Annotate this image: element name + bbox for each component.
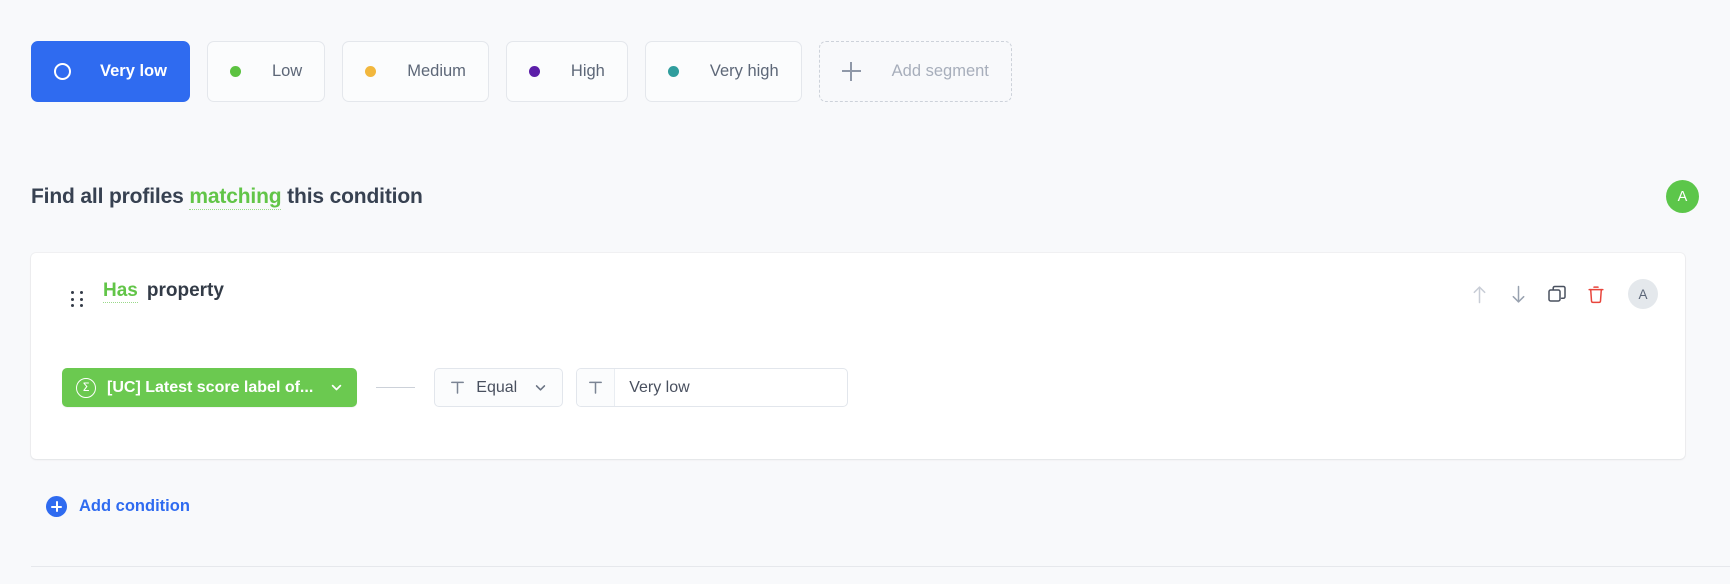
text-type-icon <box>577 369 616 406</box>
condition-heading-row: Find all profiles matching this conditio… <box>31 180 1699 213</box>
dot-icon <box>667 66 679 77</box>
property-select[interactable]: Σ [UC] Latest score label of... <box>62 368 358 407</box>
heading-matching-token[interactable]: matching <box>189 184 282 210</box>
condition-card: Has property A <box>31 253 1685 459</box>
condition-has-token[interactable]: Has <box>103 280 138 303</box>
value-input[interactable] <box>615 369 848 406</box>
condition-title: Has property <box>103 280 224 303</box>
segment-tab-high[interactable]: High <box>505 41 628 102</box>
move-up-icon[interactable] <box>1468 283 1490 305</box>
condition-row-actions: A <box>1468 279 1658 309</box>
chevron-down-icon <box>330 381 343 394</box>
move-down-icon[interactable] <box>1507 283 1529 305</box>
segment-tab-label: Low <box>271 62 303 80</box>
segment-tab-low[interactable]: Low <box>206 41 326 102</box>
segment-tab-label: High <box>570 62 605 80</box>
segment-tab-label: Medium <box>407 62 466 80</box>
plus-icon <box>841 62 861 81</box>
chevron-down-icon <box>534 381 547 394</box>
operator-label: Equal <box>476 378 518 396</box>
bottom-divider <box>31 566 1730 567</box>
circle-outline-icon <box>54 63 71 80</box>
dot-icon <box>528 66 540 77</box>
add-segment-label: Add segment <box>891 62 989 80</box>
condition-expression-row: Σ [UC] Latest score label of... Equal <box>62 368 849 407</box>
segment-tab-label: Very high <box>709 62 779 80</box>
segment-tab-strip: Very low Low Medium High Very high Add s… <box>31 41 1012 102</box>
delete-icon[interactable] <box>1585 283 1607 305</box>
drag-handle-icon[interactable] <box>71 291 84 308</box>
duplicate-icon[interactable] <box>1546 283 1568 305</box>
segment-tab-very-low[interactable]: Very low <box>31 41 190 102</box>
avatar[interactable]: A <box>1666 180 1699 213</box>
condition-avatar[interactable]: A <box>1628 279 1658 309</box>
add-segment-button[interactable]: Add segment <box>818 41 1012 102</box>
plus-circle-icon <box>46 496 67 517</box>
dot-icon <box>229 66 241 77</box>
segment-tab-very-high[interactable]: Very high <box>644 41 802 102</box>
dot-icon <box>365 66 377 77</box>
sigma-icon: Σ <box>76 377 96 398</box>
segment-condition-builder-page: Very low Low Medium High Very high Add s… <box>0 0 1730 584</box>
page-title: Find all profiles matching this conditio… <box>31 184 423 210</box>
operator-select[interactable]: Equal <box>434 368 564 407</box>
condition-title-rest: property <box>146 280 224 301</box>
property-label: [UC] Latest score label of... <box>107 378 314 396</box>
value-field[interactable] <box>576 368 849 407</box>
expression-connector-line <box>376 386 416 389</box>
segment-tab-medium[interactable]: Medium <box>342 41 489 102</box>
heading-suffix: this condition <box>287 184 423 208</box>
add-condition-label: Add condition <box>79 497 190 515</box>
segment-tab-label: Very low <box>100 62 167 80</box>
heading-prefix: Find all profiles <box>31 184 184 208</box>
add-condition-button[interactable]: Add condition <box>46 496 190 517</box>
text-type-icon <box>450 380 465 395</box>
